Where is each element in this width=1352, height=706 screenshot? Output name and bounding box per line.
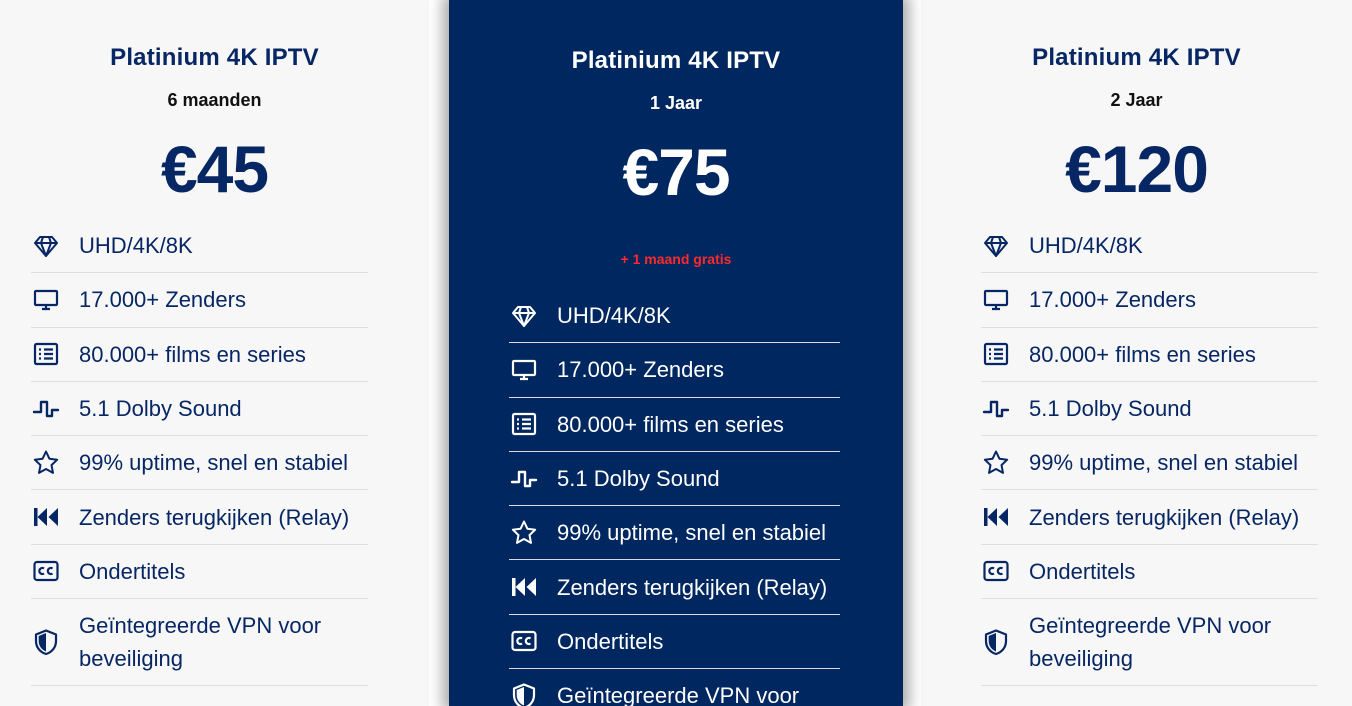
feature-label: Geïntegreerde VPN voor [557, 683, 800, 706]
sound-wave-icon [509, 464, 539, 494]
feature-item: 17.000+ Zenders [509, 343, 840, 398]
plan-price: €120 [1065, 132, 1209, 206]
feature-list: UHD/4K/8K 17.000+ Zenders 80.000+ films … [509, 289, 840, 706]
fast-backward-icon [509, 572, 539, 602]
feature-label: 17.000+ Zenders [79, 287, 246, 313]
feature-label: Geïntegreerde VPN voor beveiliging [1029, 613, 1272, 672]
fast-backward-icon [31, 502, 61, 532]
feature-label: 5.1 Dolby Sound [79, 396, 242, 422]
feature-label: Ondertitels [79, 558, 186, 584]
feature-item: 99% uptime, snel en stabiel [509, 506, 840, 561]
feature-item: Geïntegreerde VPN voor beveiliging [981, 599, 1318, 687]
fast-backward-icon [981, 502, 1011, 532]
pricing-section: Platinium 4K IPTV 6 maanden €45 UHD/4K/8… [0, 0, 1352, 706]
feature-label: Zenders terugkijken (Relay) [1029, 504, 1300, 530]
feature-item: 5.1 Dolby Sound [509, 452, 840, 507]
feature-list: UHD/4K/8K 17.000+ Zenders 80.000+ films … [981, 219, 1318, 687]
feature-item: Geïntegreerde VPN voor beveiliging [31, 599, 368, 687]
monitor-icon [981, 285, 1011, 315]
feature-label: UHD/4K/8K [557, 303, 671, 329]
plan-duration: 2 Jaar [1110, 90, 1163, 110]
feature-label: 17.000+ Zenders [1029, 287, 1196, 313]
promo-label: + 1 maand gratis [620, 251, 732, 267]
feature-item: 80.000+ films en series [509, 398, 840, 452]
plan-title: Platinium 4K IPTV [571, 47, 781, 74]
star-icon [509, 518, 539, 548]
plan-duration: 1 Jaar [649, 93, 703, 113]
plan-price: €75 [622, 135, 730, 209]
diamond-icon [31, 231, 61, 261]
feature-item: 17.000+ Zenders [981, 273, 1318, 328]
feature-item: Zenders terugkijken (Relay) [981, 490, 1318, 545]
list-icon [509, 409, 539, 439]
feature-list: UHD/4K/8K 17.000+ Zenders 80.000+ films … [31, 219, 368, 687]
list-icon [31, 339, 61, 369]
feature-label: 5.1 Dolby Sound [557, 466, 720, 492]
feature-label: 17.000+ Zenders [557, 357, 724, 383]
shield-icon [31, 627, 61, 657]
sound-wave-icon [31, 394, 61, 424]
feature-label: Geïntegreerde VPN voor beveiliging [79, 613, 322, 672]
feature-item: 5.1 Dolby Sound [31, 382, 368, 437]
plan-duration: 6 maanden [167, 90, 262, 110]
feature-item: 99% uptime, snel en stabiel [981, 436, 1318, 491]
list-icon [981, 339, 1011, 369]
feature-item: Ondertitels [31, 545, 368, 600]
feature-label: Zenders terugkijken (Relay) [557, 574, 828, 600]
sound-wave-icon [981, 394, 1011, 424]
star-icon [31, 448, 61, 478]
feature-item: 17.000+ Zenders [31, 273, 368, 328]
feature-label: Ondertitels [1029, 558, 1136, 584]
feature-label: Ondertitels [557, 628, 664, 654]
plan-title: Platinium 4K IPTV [110, 44, 319, 71]
diamond-icon [981, 231, 1011, 261]
feature-label: 99% uptime, snel en stabiel [79, 450, 349, 476]
feature-item: Zenders terugkijken (Relay) [509, 560, 840, 615]
pricing-card-6-months: Platinium 4K IPTV 6 maanden €45 UHD/4K/8… [0, 0, 429, 706]
feature-item: Ondertitels [981, 545, 1318, 600]
feature-label: 5.1 Dolby Sound [1029, 396, 1192, 422]
feature-label: UHD/4K/8K [1029, 233, 1143, 259]
feature-item: Zenders terugkijken (Relay) [31, 490, 368, 545]
star-icon [981, 448, 1011, 478]
plan-price: €45 [160, 132, 269, 206]
feature-item: 80.000+ films en series [981, 328, 1318, 382]
closed-captions-icon [981, 556, 1011, 586]
pricing-card-2-years: Platinium 4K IPTV 2 Jaar €120 UHD/4K/8K … [921, 0, 1352, 706]
diamond-icon [509, 301, 539, 331]
plan-title: Platinium 4K IPTV [1032, 44, 1241, 71]
feature-item: Geïntegreerde VPN voor [509, 669, 840, 706]
monitor-icon [509, 355, 539, 385]
feature-label: 80.000+ films en series [1029, 341, 1256, 367]
closed-captions-icon [31, 556, 61, 586]
feature-item: UHD/4K/8K [509, 289, 840, 344]
feature-item: 80.000+ films en series [31, 328, 368, 382]
feature-item: UHD/4K/8K [31, 219, 368, 274]
feature-item: 99% uptime, snel en stabiel [31, 436, 368, 491]
feature-label: 80.000+ films en series [79, 341, 306, 367]
monitor-icon [31, 285, 61, 315]
feature-item: Ondertitels [509, 615, 840, 670]
feature-item: UHD/4K/8K [981, 219, 1318, 274]
feature-label: UHD/4K/8K [79, 233, 193, 259]
feature-label: 80.000+ films en series [557, 411, 784, 437]
closed-captions-icon [509, 626, 539, 656]
pricing-card-1-year: Platinium 4K IPTV 1 Jaar €75 + 1 maand g… [449, 0, 903, 706]
shield-icon [981, 627, 1011, 657]
feature-item: 5.1 Dolby Sound [981, 382, 1318, 437]
shield-icon [509, 681, 539, 706]
feature-label: Zenders terugkijken (Relay) [79, 504, 350, 530]
feature-label: 99% uptime, snel en stabiel [557, 520, 827, 546]
feature-label: 99% uptime, snel en stabiel [1029, 450, 1299, 476]
